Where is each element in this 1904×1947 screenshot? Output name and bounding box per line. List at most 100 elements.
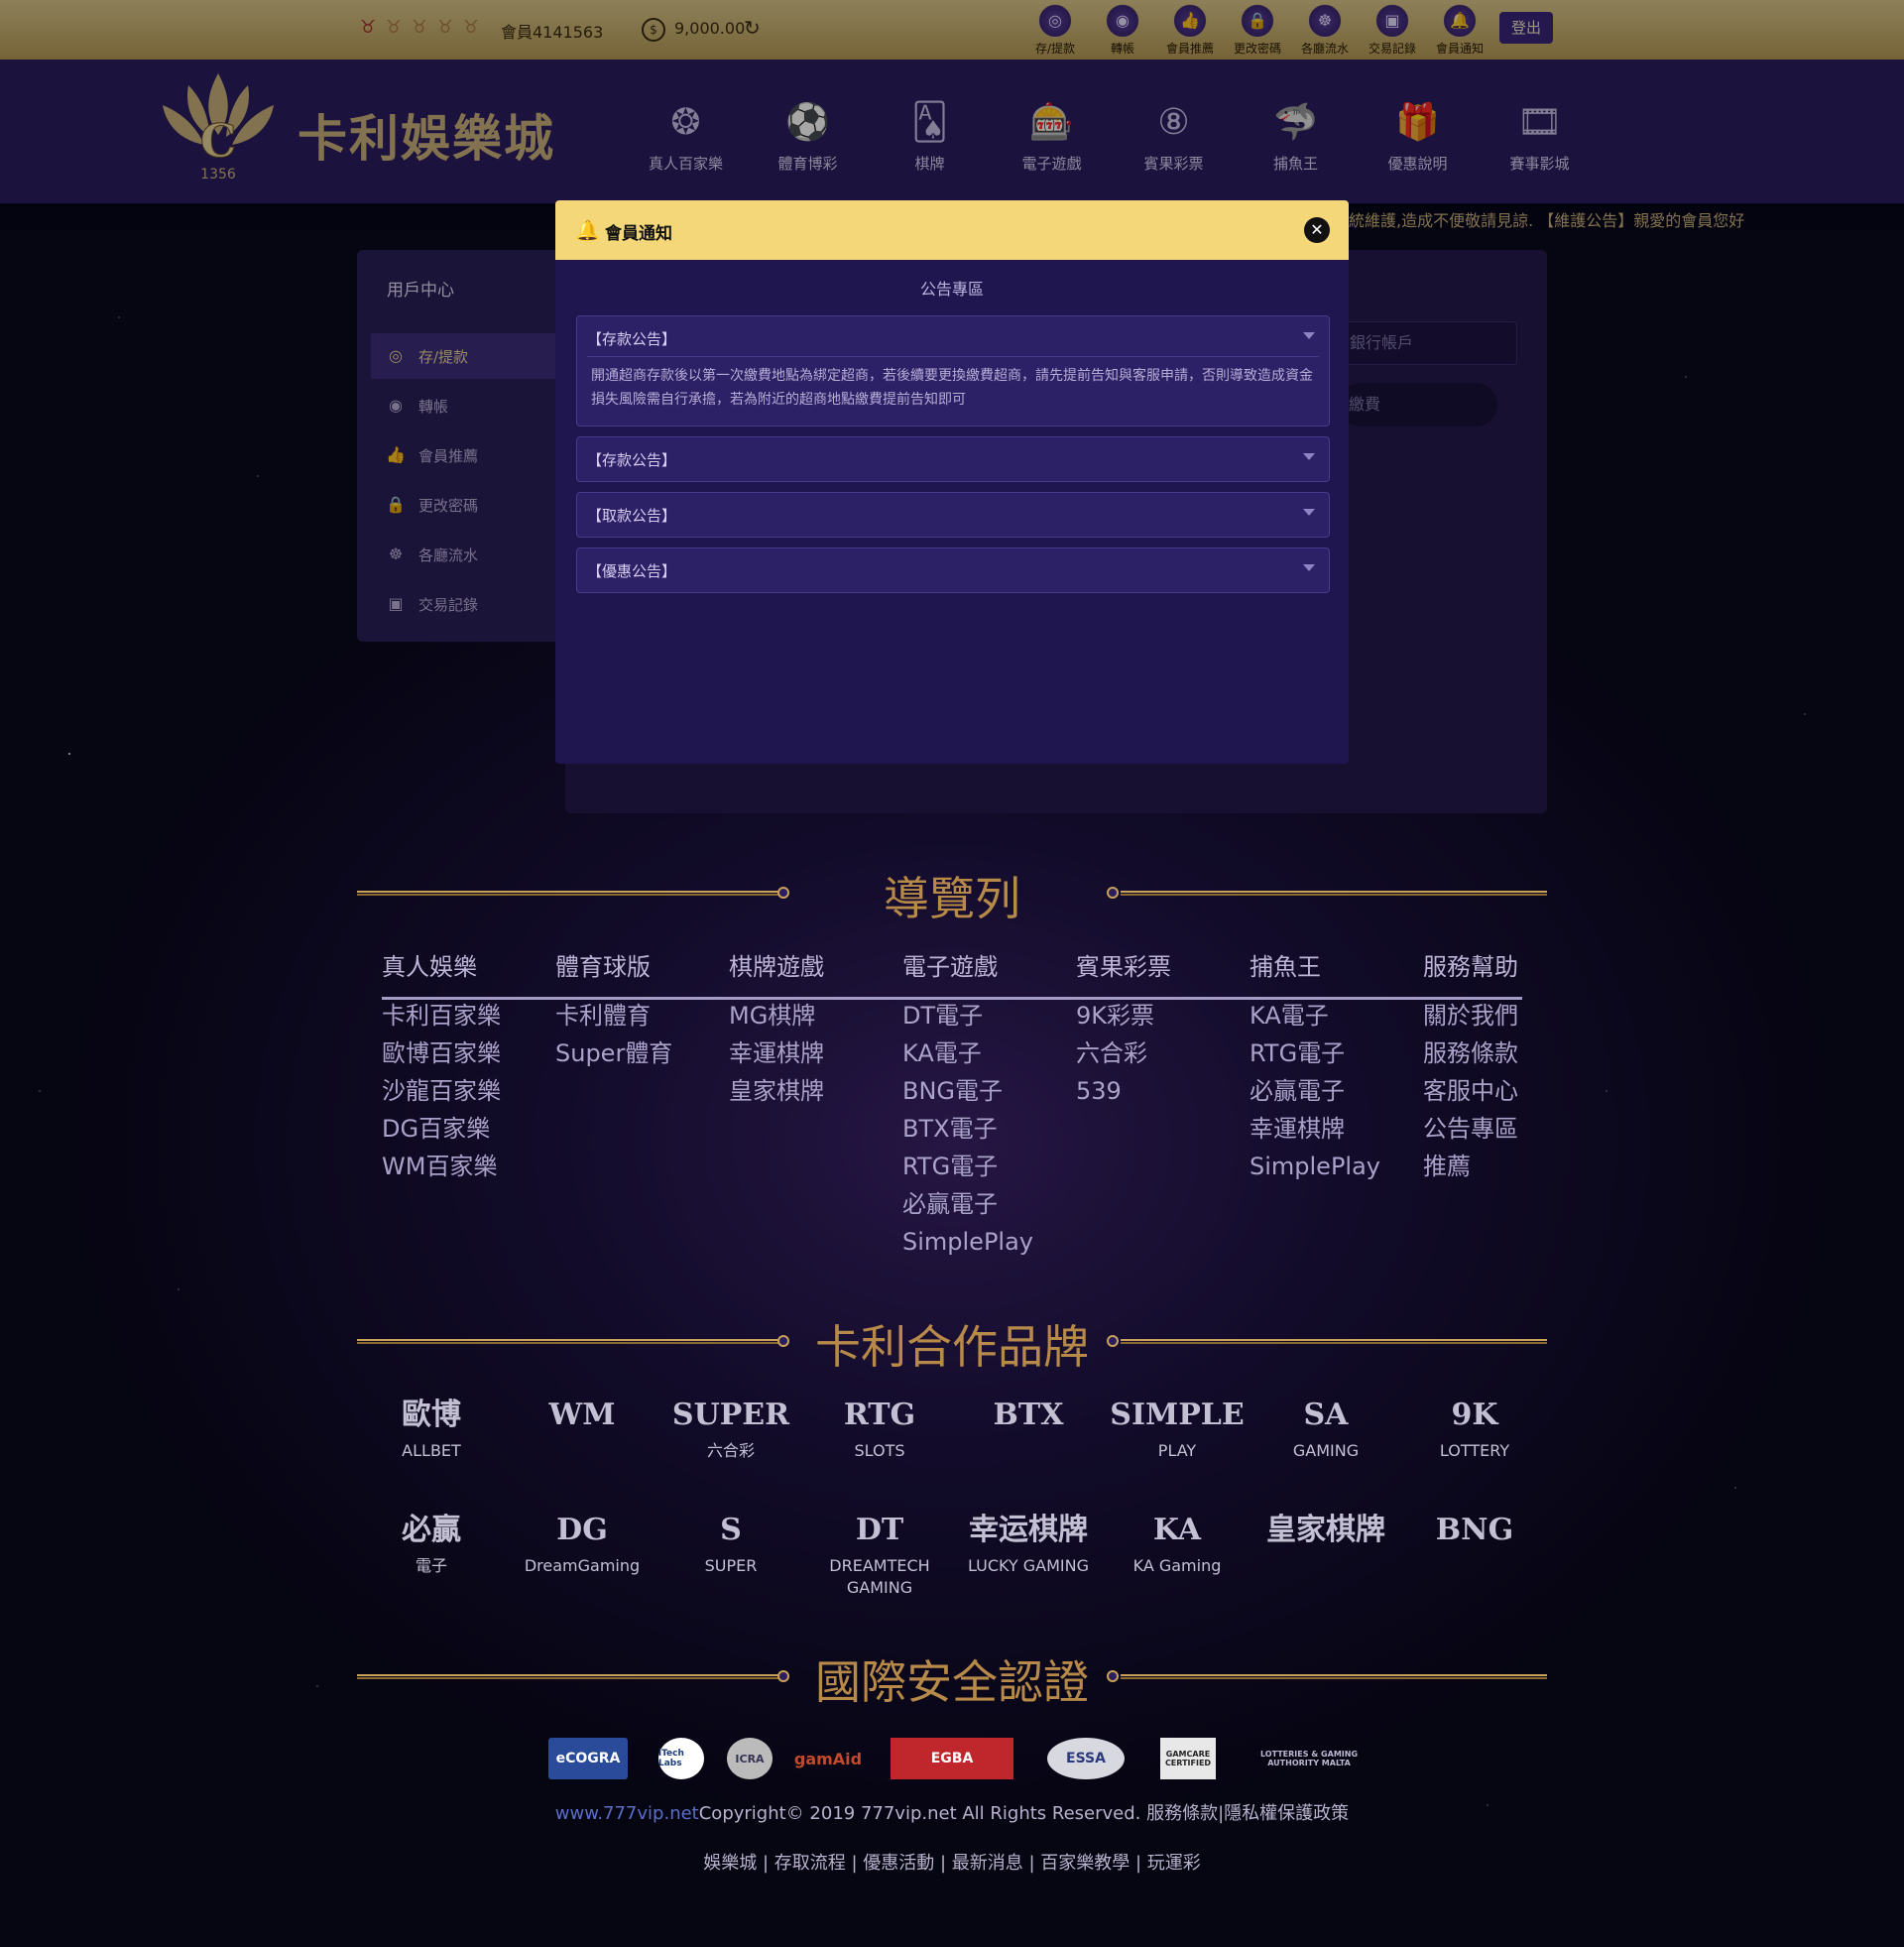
nav-fishing[interactable]: 🦈 捕魚王 <box>1235 99 1357 174</box>
nav-sports-cinema[interactable]: 🎞 賽事影城 <box>1479 99 1601 174</box>
shark-icon: 🦈 <box>1273 102 1318 143</box>
nav-label: 捕魚王 <box>1272 155 1318 173</box>
partner-logo-super[interactable]: S SUPER <box>656 1506 805 1605</box>
nav-slots[interactable]: 🎰 電子遊戲 <box>991 99 1113 174</box>
footer-link[interactable]: SimplePlay <box>902 1223 1061 1261</box>
logo-text[interactable]: 卡利娛樂城 <box>298 99 555 171</box>
announcement-header: 【優惠公告】 <box>587 562 677 580</box>
footer-link[interactable]: 客服中心 <box>1423 1072 1582 1110</box>
partner-logo-dreamgaming[interactable]: DG DreamGaming <box>508 1506 656 1605</box>
footer-link[interactable]: 必贏電子 <box>902 1185 1061 1223</box>
lottery-ball-icon: ⑧ <box>1157 102 1190 143</box>
footer-link[interactable]: BNG電子 <box>902 1072 1061 1110</box>
footer-link[interactable]: 幸運棋牌 <box>1250 1110 1408 1148</box>
svg-text:C: C <box>200 114 237 168</box>
footer-column-header[interactable]: 棋牌遊戲 <box>729 947 888 997</box>
topnav-records[interactable]: ▣ 交易記錄 <box>1359 4 1426 57</box>
footer-link[interactable]: 關於我們 <box>1423 997 1582 1034</box>
site-link[interactable]: www.777vip.net <box>555 1803 699 1824</box>
footer-link[interactable]: 服務條款 <box>1423 1034 1582 1072</box>
medal-icon: ♉ <box>385 17 403 38</box>
footer-link[interactable]: 9K彩票 <box>1076 997 1235 1034</box>
footer-link[interactable]: 公告專區 <box>1423 1110 1582 1148</box>
footer-link[interactable]: 六合彩 <box>1076 1034 1235 1072</box>
footer-link[interactable]: 皇家棋牌 <box>729 1072 888 1110</box>
footer-link[interactable]: 卡利體育 <box>555 997 714 1034</box>
footer-link[interactable]: Super體育 <box>555 1034 714 1072</box>
sidebar-item-records[interactable]: ▣ 交易記錄 <box>371 581 565 627</box>
topnav-stream[interactable]: ☸ 各廳流水 <box>1291 4 1359 57</box>
nav-live-baccarat[interactable]: ❂ 真人百家樂 <box>625 99 747 174</box>
deposit-icon: ◎ <box>1038 4 1072 38</box>
footer-link[interactable]: RTG電子 <box>902 1148 1061 1185</box>
announcement-promo[interactable]: 【優惠公告】 <box>576 548 1330 593</box>
nav-promotions[interactable]: 🎁 優惠說明 <box>1357 99 1479 174</box>
footer-link[interactable]: WM百家樂 <box>382 1148 540 1185</box>
partner-logo-bng[interactable]: BNG <box>1400 1506 1549 1605</box>
announcement-deposit-expanded[interactable]: 【存款公告】 開通超商存款後以第一次繳費地點為綁定超商，若後續要更換繳費超商，請… <box>576 315 1330 426</box>
bank-account-field[interactable]: 銀行帳戶 <box>1339 321 1517 365</box>
footer-link[interactable]: KA電子 <box>1250 997 1408 1034</box>
footer-link[interactable]: SimplePlay <box>1250 1148 1408 1185</box>
footer-column-header[interactable]: 服務幫助 <box>1423 947 1582 997</box>
logout-button[interactable]: 登出 <box>1499 12 1553 44</box>
footer-link[interactable]: BTX電子 <box>902 1110 1061 1148</box>
footer-column-header[interactable]: 捕魚王 <box>1250 947 1408 997</box>
logo-emblem-icon[interactable]: C 1356 <box>149 65 288 183</box>
footer-link[interactable]: DT電子 <box>902 997 1061 1034</box>
announcement-withdraw[interactable]: 【取款公告】 <box>576 492 1330 538</box>
partner-logo-rtg[interactable]: RTG SLOTS <box>805 1391 954 1490</box>
footer-link[interactable]: 卡利百家樂 <box>382 997 540 1034</box>
partner-logo-dreamtech[interactable]: DT DREAMTECH GAMING <box>805 1506 954 1605</box>
partner-logo-royal-chess[interactable]: 皇家棋牌 <box>1251 1506 1400 1605</box>
footer-link[interactable]: KA電子 <box>902 1034 1061 1072</box>
sidebar-item-deposit[interactable]: ◎ 存/提款 <box>371 333 565 379</box>
topnav-password[interactable]: 🔒 更改密碼 <box>1224 4 1291 57</box>
announcement-header: 【取款公告】 <box>587 507 677 525</box>
footer-link[interactable]: 539 <box>1076 1072 1235 1110</box>
sidebar-item-stream[interactable]: ☸ 各廳流水 <box>371 532 565 577</box>
announcement-header: 【存款公告】 <box>587 451 677 469</box>
partner-logo-simpleplay[interactable]: SIMPLE PLAY <box>1103 1391 1251 1490</box>
footer-link[interactable]: 沙龍百家樂 <box>382 1072 540 1110</box>
topnav-label: 更改密碼 <box>1233 42 1281 56</box>
bell-icon: 🔔 <box>575 218 600 242</box>
nav-lottery[interactable]: ⑧ 賓果彩票 <box>1113 99 1235 174</box>
announcement-deposit[interactable]: 【存款公告】 <box>576 436 1330 482</box>
partner-logo-ka-gaming[interactable]: KA KA Gaming <box>1103 1506 1251 1605</box>
partner-logo-sa-gaming[interactable]: SA GAMING <box>1251 1391 1400 1490</box>
partner-logo-super-lottery[interactable]: SUPER 六合彩 <box>656 1391 805 1490</box>
footer-link[interactable]: DG百家樂 <box>382 1110 540 1148</box>
footer-link[interactable]: 必贏電子 <box>1250 1072 1408 1110</box>
partner-logo-9k-lottery[interactable]: 9K LOTTERY <box>1400 1391 1549 1490</box>
topnav-referral[interactable]: 👍 會員推薦 <box>1156 4 1224 57</box>
partner-logo-wm[interactable]: WM <box>508 1391 656 1490</box>
footer-links[interactable]: 娛樂城 | 存取流程 | 優惠活動 | 最新消息 | 百家樂教學 | 玩運彩 <box>0 1849 1904 1875</box>
sidebar-item-transfer[interactable]: ◉ 轉帳 <box>371 383 565 428</box>
partner-logo-lucky-gaming[interactable]: 幸运棋牌 LUCKY GAMING <box>954 1506 1103 1605</box>
nav-cards[interactable]: 🂡 棋牌 <box>869 99 991 174</box>
footer-column-header[interactable]: 體育球版 <box>555 947 714 997</box>
topnav-transfer[interactable]: ◉ 轉帳 <box>1089 4 1156 57</box>
topnav-deposit[interactable]: ◎ 存/提款 <box>1021 4 1089 57</box>
refresh-icon[interactable]: ↻ <box>744 16 761 40</box>
sidebar-item-label: 各廳流水 <box>418 547 479 564</box>
sidebar-item-label: 轉帳 <box>418 398 449 416</box>
footer-column-header[interactable]: 賓果彩票 <box>1076 947 1235 997</box>
partner-logo-allbet[interactable]: 歐博 ALLBET <box>357 1391 506 1490</box>
partner-logo-biying[interactable]: 必贏 電子 <box>357 1506 506 1605</box>
pay-button[interactable]: 繳費 <box>1339 383 1497 426</box>
footer-link[interactable]: MG棋牌 <box>729 997 888 1034</box>
footer-link[interactable]: RTG電子 <box>1250 1034 1408 1072</box>
topnav-notice[interactable]: 🔔 會員通知 <box>1426 4 1493 57</box>
partner-logo-btx[interactable]: BTX <box>954 1391 1103 1490</box>
close-icon[interactable]: ✕ <box>1304 217 1330 243</box>
footer-link[interactable]: 推薦 <box>1423 1148 1582 1185</box>
footer-link[interactable]: 歐博百家樂 <box>382 1034 540 1072</box>
sidebar-item-referral[interactable]: 👍 會員推薦 <box>371 432 565 478</box>
footer-column-header[interactable]: 電子遊戲 <box>902 947 1061 997</box>
footer-link[interactable]: 幸運棋牌 <box>729 1034 888 1072</box>
footer-column-header[interactable]: 真人娛樂 <box>382 947 540 997</box>
sidebar-item-password[interactable]: 🔒 更改密碼 <box>371 482 565 528</box>
nav-sports[interactable]: ⚽ 體育博彩 <box>747 99 869 174</box>
